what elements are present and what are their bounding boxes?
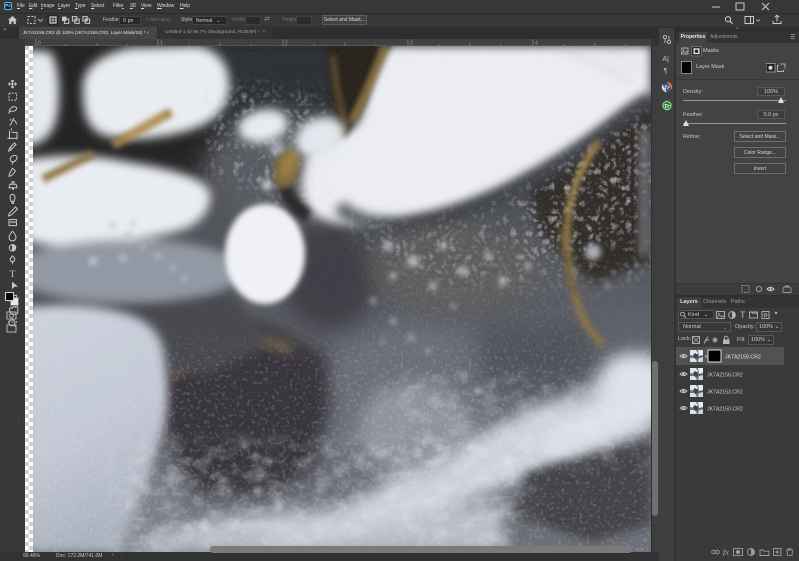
- svg-text:T: T: [740, 310, 746, 320]
- svg-text:Tr: Tr: [664, 86, 670, 92]
- svg-text:A|: A|: [663, 56, 670, 63]
- svg-text:JK7A2156.CR2: JK7A2156.CR2: [707, 373, 743, 379]
- svg-text:JK7A2159.CR2: JK7A2159.CR2: [725, 355, 761, 361]
- svg-text:Tr: Tr: [664, 104, 670, 110]
- svg-text:JK7A2153.CR2: JK7A2153.CR2: [707, 390, 743, 396]
- svg-text:¶: ¶: [664, 68, 668, 75]
- svg-text:JK7A2150.CR2: JK7A2150.CR2: [707, 407, 743, 413]
- svg-text:T: T: [10, 270, 16, 280]
- svg-text:fx: fx: [723, 549, 729, 557]
